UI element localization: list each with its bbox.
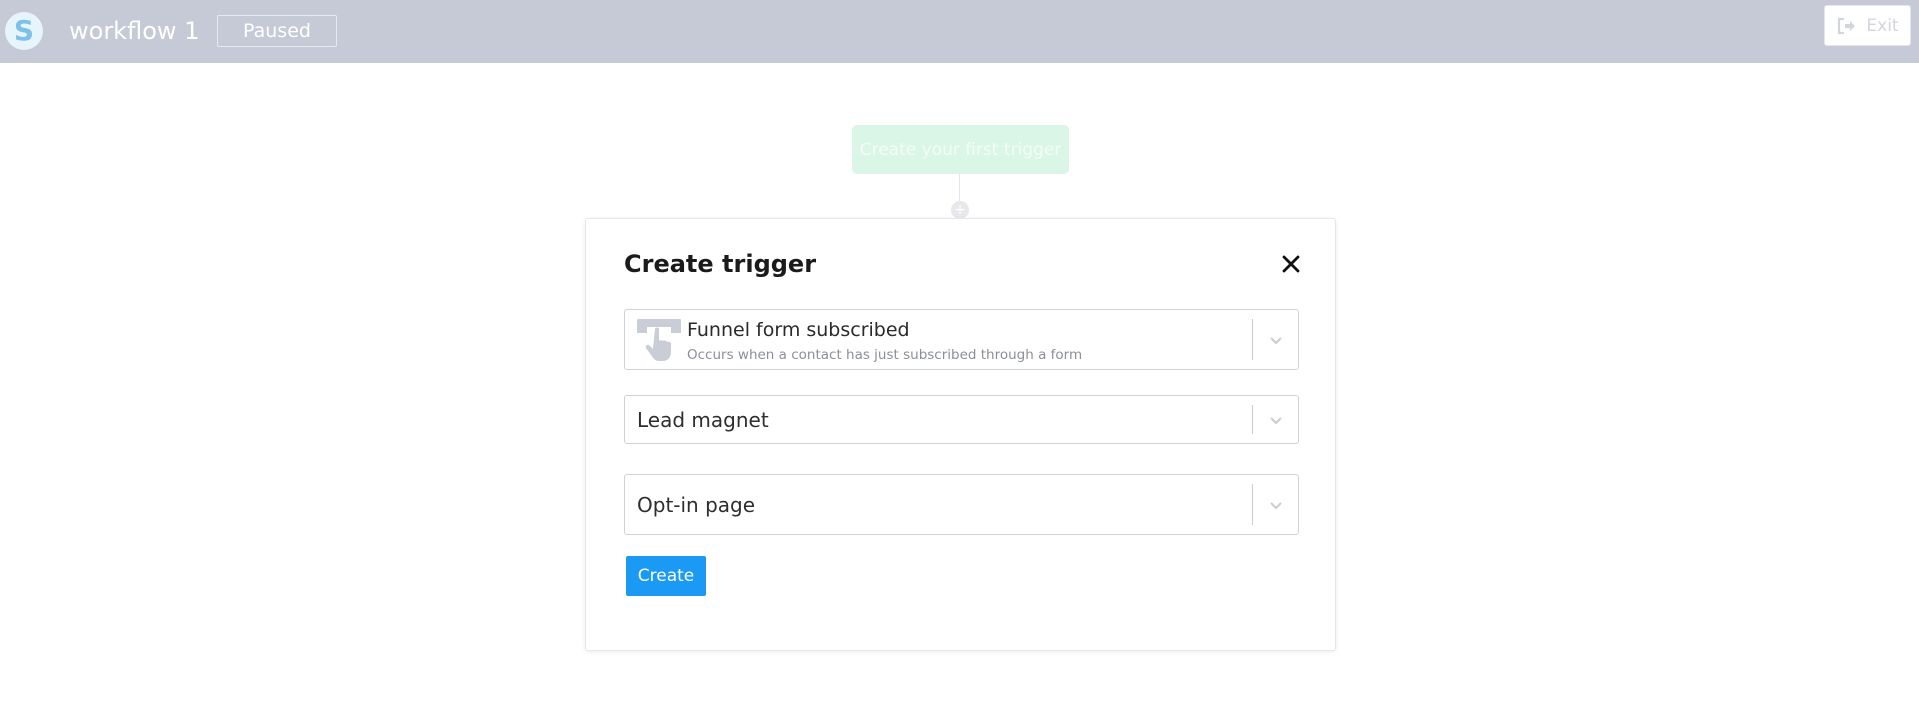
chevron-down-icon[interactable]	[1268, 414, 1284, 426]
pointer-form-icon	[637, 319, 681, 361]
optin-page-value: Opt-in page	[637, 492, 756, 517]
modal-title: Create trigger	[624, 250, 817, 278]
trigger-event-select[interactable]: Funnel form subscribed Occurs when a con…	[624, 309, 1299, 370]
close-icon[interactable]	[1279, 252, 1303, 276]
select-divider	[1252, 405, 1253, 434]
status-badge[interactable]: Paused	[217, 15, 337, 47]
lead-magnet-value: Lead magnet	[637, 407, 769, 432]
create-first-trigger-node[interactable]: Create your first trigger	[852, 125, 1069, 174]
connector-line	[959, 174, 960, 204]
create-button[interactable]: Create	[626, 556, 706, 596]
select-divider	[1252, 319, 1253, 360]
logo-letter: S	[13, 14, 35, 47]
event-name: Funnel form subscribed	[687, 319, 910, 341]
select-divider	[1252, 484, 1253, 525]
top-bar: S workflow 1 Paused Exit	[0, 0, 1919, 63]
app-logo[interactable]: S	[5, 12, 43, 50]
event-description: Occurs when a contact has just subscribe…	[687, 347, 1083, 363]
chevron-down-icon[interactable]	[1268, 499, 1284, 511]
workflow-title[interactable]: workflow 1	[69, 17, 199, 45]
plus-icon[interactable]: +	[951, 201, 969, 219]
create-trigger-modal: Create trigger Funnel form subscribed Oc…	[585, 218, 1336, 651]
optin-page-select[interactable]: Opt-in page	[624, 474, 1299, 535]
exit-label: Exit	[1866, 15, 1899, 36]
lead-magnet-select[interactable]: Lead magnet	[624, 395, 1299, 444]
chevron-down-icon[interactable]	[1268, 334, 1284, 346]
exit-icon	[1838, 17, 1856, 34]
exit-button[interactable]: Exit	[1824, 5, 1911, 46]
